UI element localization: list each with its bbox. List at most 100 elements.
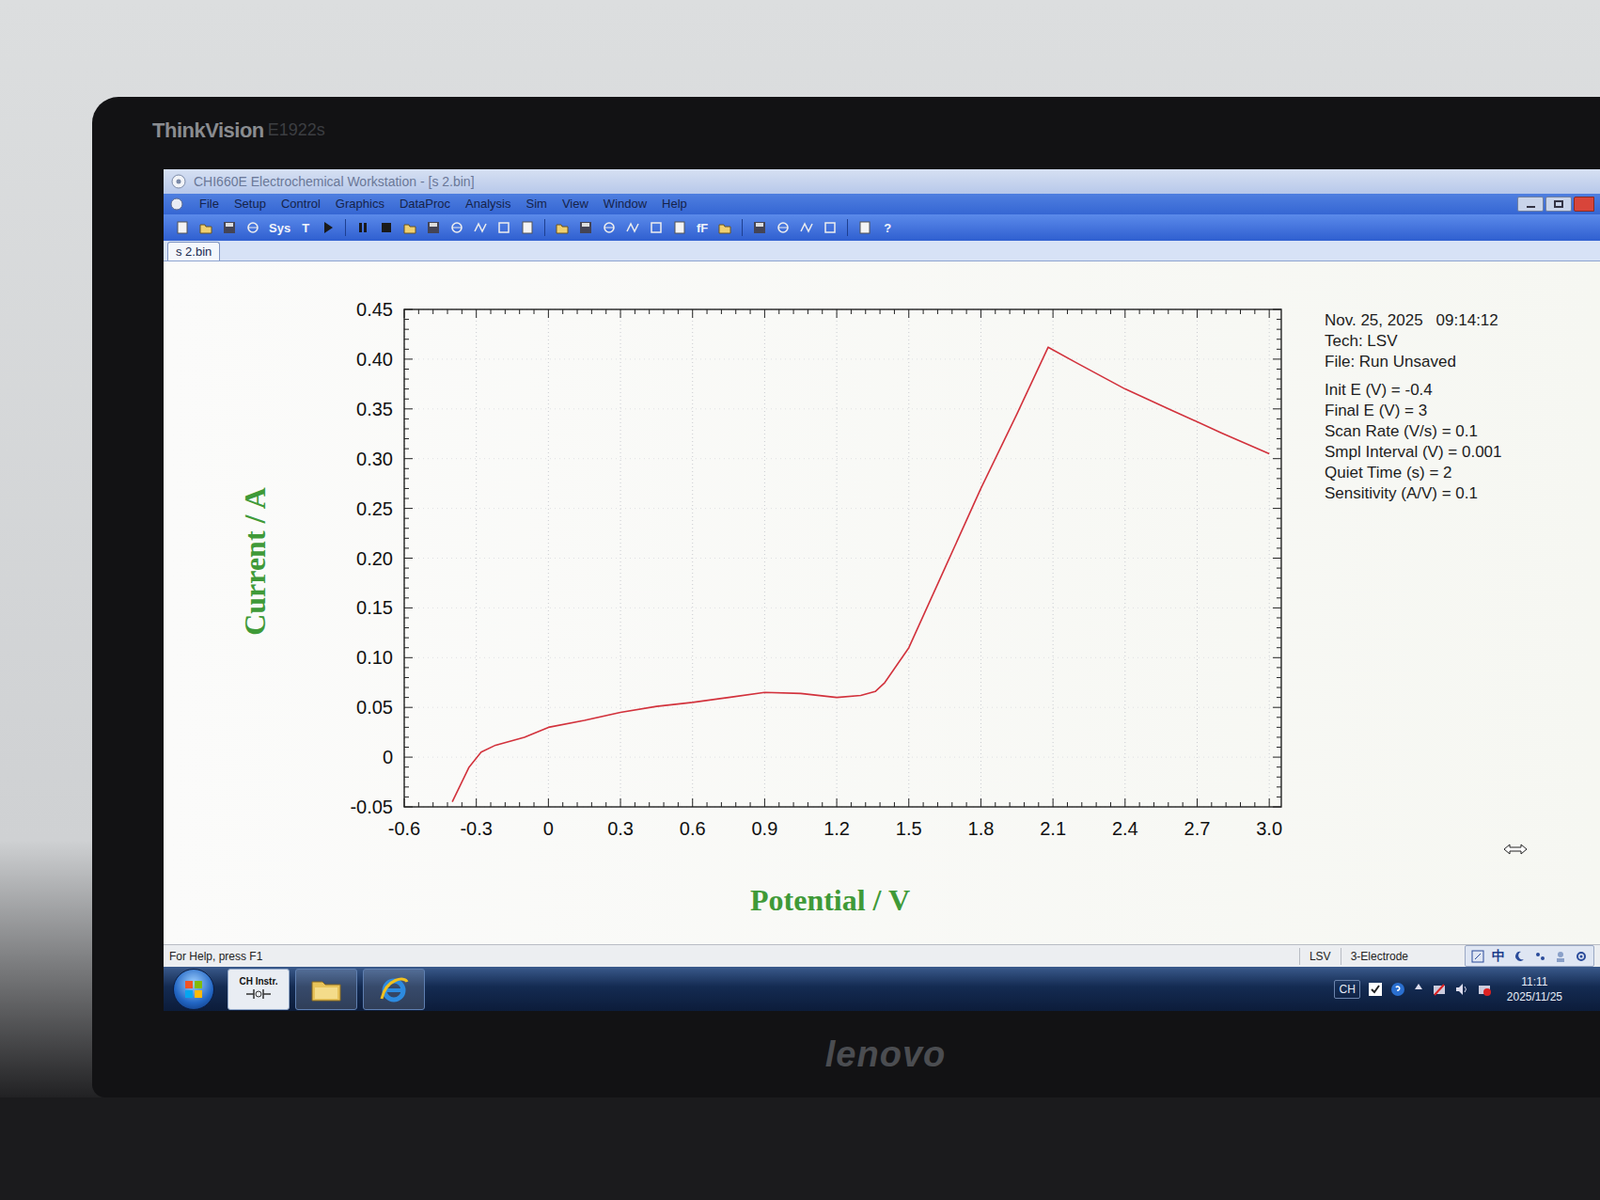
- toolbar-button[interactable]: [400, 218, 420, 237]
- tool-icon: [857, 219, 873, 236]
- maximize-button[interactable]: [1545, 196, 1572, 212]
- resize-cursor-icon: [1503, 842, 1528, 856]
- x-tick-label: -0.3: [459, 817, 492, 839]
- taskbar-app[interactable]: [295, 968, 358, 1010]
- toolbar-button[interactable]: [353, 218, 373, 237]
- toolbar-button[interactable]: [750, 218, 769, 237]
- toolbar-button[interactable]: [670, 218, 690, 237]
- menu-item[interactable]: Window: [596, 194, 655, 214]
- desk: [0, 1097, 1600, 1200]
- minimize-button[interactable]: [1517, 196, 1544, 212]
- toolbar-button[interactable]: [376, 218, 396, 237]
- toolbar-button[interactable]: [243, 218, 263, 237]
- toolbar-button[interactable]: [447, 218, 467, 237]
- toolbar-button[interactable]: [599, 218, 619, 237]
- clock[interactable]: 11:112025/11/25: [1499, 973, 1591, 1004]
- toolbar-button[interactable]: [219, 218, 239, 237]
- toolbar-button[interactable]: [423, 218, 443, 237]
- run-parameter: Final E (V) = 3: [1324, 400, 1600, 422]
- action-center-icon: [1367, 981, 1383, 997]
- menu-item[interactable]: Sim: [518, 194, 555, 214]
- toolbar-button[interactable]: [646, 218, 666, 237]
- tool-icon: [496, 219, 512, 236]
- toolbar-button[interactable]: [552, 218, 572, 237]
- clock-time: 11:11: [1521, 973, 1548, 989]
- menu-item[interactable]: Help: [654, 194, 695, 214]
- y-tick-label: 0.45: [356, 298, 393, 320]
- window-title: CHI660E Electrochemical Workstation - [s…: [193, 172, 475, 192]
- screen: CHI660E Electrochemical Workstation - [s…: [163, 169, 1600, 1011]
- toolbar-button[interactable]: [820, 218, 840, 237]
- folder-icon: [310, 975, 343, 1003]
- ie-icon: [378, 973, 409, 1004]
- language-indicator[interactable]: CH: [1333, 979, 1360, 999]
- windows-logo-icon: [183, 978, 204, 1000]
- run-time: 09:14:12: [1436, 310, 1499, 331]
- toolbar-separator: [345, 219, 346, 236]
- moon-icon: [1512, 949, 1526, 963]
- menu-item[interactable]: File: [191, 194, 227, 214]
- tool-icon: [775, 219, 791, 236]
- tool-icon: [578, 219, 594, 236]
- status-help: For Help, press F1: [169, 947, 263, 965]
- maker-logo: lenovo: [825, 1027, 946, 1082]
- tool-icon: [822, 219, 838, 236]
- document-tab[interactable]: s 2.bin: [167, 241, 220, 262]
- menu-item[interactable]: Analysis: [457, 194, 518, 214]
- y-tick-label: 0.05: [356, 696, 393, 718]
- close-button[interactable]: [1573, 196, 1595, 212]
- toolbar-button[interactable]: [172, 218, 192, 237]
- status-mode: LSV: [1299, 947, 1341, 965]
- toolbar-button[interactable]: [715, 218, 735, 237]
- start-button[interactable]: [172, 968, 215, 1010]
- menu-item[interactable]: Setup: [226, 194, 274, 214]
- menu-item[interactable]: DataProc: [392, 194, 458, 214]
- run-timestamp: Nov. 25, 202509:14:12: [1324, 310, 1600, 331]
- x-tick-label: 2.1: [1039, 817, 1067, 839]
- toolbar-button[interactable]: fF: [693, 218, 711, 237]
- window-controls: [1517, 196, 1595, 212]
- taskbar-app[interactable]: [362, 968, 425, 1010]
- menu-item[interactable]: View: [554, 194, 597, 214]
- toolbar-button[interactable]: [517, 218, 537, 237]
- menu-item[interactable]: Graphics: [328, 194, 393, 214]
- toolbar-button[interactable]: [470, 218, 490, 237]
- tool-icon: [472, 219, 488, 236]
- lsv-curve: [452, 346, 1270, 802]
- toolbar-button[interactable]: T: [297, 218, 314, 237]
- y-tick-label: 0.25: [356, 498, 393, 519]
- run-parameter: Scan Rate (V/s) = 0.1: [1324, 421, 1600, 442]
- toolbar-button[interactable]: [623, 218, 643, 237]
- taskbar-app[interactable]: CH Instr.: [227, 968, 290, 1010]
- toolbar-button[interactable]: [318, 218, 338, 237]
- tool-icon: [355, 219, 371, 236]
- tool-icon: [601, 219, 617, 236]
- x-tick-label: 0: [543, 817, 554, 839]
- clock-date: 2025/11/25: [1506, 988, 1563, 1004]
- plot-area: -0.6-0.300.30.60.91.21.51.82.12.42.73.00…: [163, 261, 1600, 944]
- x-tick-label: 1.5: [895, 817, 923, 839]
- ime-mode[interactable]: 中: [1491, 945, 1506, 966]
- toolbar-button[interactable]: [797, 218, 816, 237]
- toolbar-button[interactable]: ?: [878, 218, 896, 237]
- x-tick-label: 3.0: [1255, 817, 1283, 839]
- tab-label: s 2.bin: [175, 242, 212, 262]
- toolbar-button[interactable]: Sys: [266, 218, 293, 237]
- toolbar-button[interactable]: [773, 218, 793, 237]
- system-tray: CH 11:112025/11/25: [1333, 973, 1591, 1004]
- menu-item[interactable]: Control: [273, 194, 329, 214]
- x-tick-label: 0.6: [679, 817, 706, 839]
- x-tick-label: 0.3: [607, 817, 634, 839]
- x-tick-label: 2.7: [1184, 817, 1211, 839]
- toolbar-separator: [741, 219, 743, 236]
- toolbar-button[interactable]: [196, 218, 216, 237]
- tool-icon: [799, 219, 815, 236]
- tool-icon: [625, 219, 641, 236]
- title-bar: CHI660E Electrochemical Workstation - [s…: [163, 169, 1600, 194]
- x-tick-label: 1.8: [968, 817, 995, 839]
- toolbar-button[interactable]: [855, 218, 875, 237]
- ime-bar: 中: [1464, 944, 1595, 967]
- toolbar-button[interactable]: [494, 218, 514, 237]
- toolbar-button[interactable]: [576, 218, 596, 237]
- tab-strip: s 2.bin: [163, 240, 1600, 262]
